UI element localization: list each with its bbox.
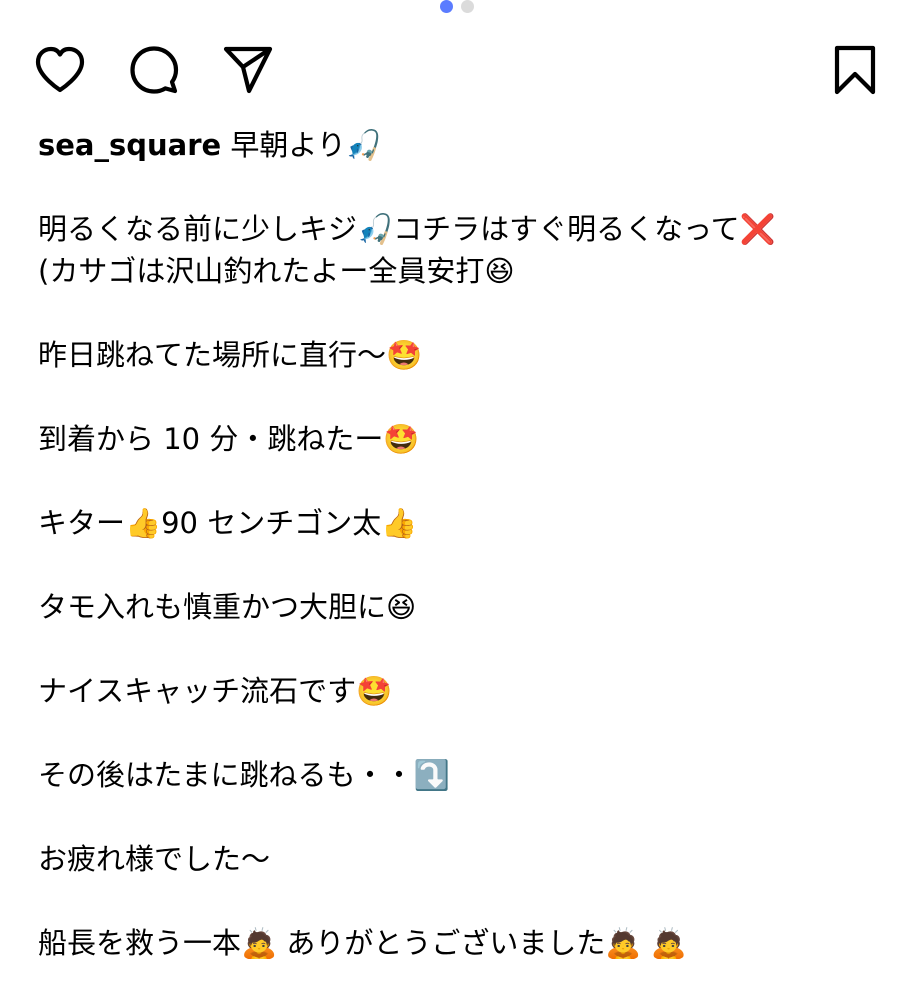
- post-action-bar: [33, 44, 882, 96]
- caption-paragraph: 船長を救う一本🙇 ありがとうございました🙇 🙇: [38, 922, 900, 964]
- caption-paragraph: お疲れ様でした〜: [38, 838, 900, 880]
- caption-paragraph: その後はたまに跳ねるも・・⤵️: [38, 754, 900, 796]
- caption-line: お疲れ様でした〜: [38, 842, 271, 876]
- carousel-pagination: [440, 0, 474, 13]
- bookmark-icon[interactable]: [828, 43, 882, 97]
- caption-paragraph: 到着から 10 分・跳ねたー🤩: [38, 418, 900, 460]
- post-actions-left: [33, 43, 275, 97]
- caption-paragraph: 昨日跳ねてた場所に直行〜🤩: [38, 334, 900, 376]
- caption-line: タモ入れも慎重かつ大胆に😆: [38, 590, 417, 624]
- paper-plane-icon[interactable]: [221, 43, 275, 97]
- caption-paragraph: ナイスキャッチ流石です🤩: [38, 670, 900, 712]
- caption-line: ナイスキャッチ流石です🤩: [38, 674, 393, 708]
- username-link[interactable]: sea_square: [38, 128, 221, 162]
- caption-line: 昨日跳ねてた場所に直行〜🤩: [38, 338, 423, 372]
- pagination-dot: [461, 0, 474, 13]
- caption-intro: 早朝より🎣: [221, 128, 382, 162]
- caption-line: 到着から 10 分・跳ねたー🤩: [38, 422, 420, 456]
- post-caption: sea_square 早朝より🎣 明るくなる前に少しキジ🎣コチラはすぐ明るくなっ…: [38, 124, 900, 964]
- caption-paragraph: タモ入れも慎重かつ大胆に😆: [38, 586, 900, 628]
- caption-paragraph: キター👍90 センチゴン太👍: [38, 502, 900, 544]
- comment-bubble-icon[interactable]: [127, 43, 181, 97]
- caption-line: その後はたまに跳ねるも・・⤵️: [38, 758, 450, 792]
- caption-first-line: sea_square 早朝より🎣: [38, 124, 900, 166]
- pagination-dot-active: [440, 0, 453, 13]
- caption-line: 船長を救う一本🙇 ありがとうございました🙇 🙇: [38, 926, 687, 960]
- caption-line: 明るくなる前に少しキジ🎣コチラはすぐ明るくなって❌: [38, 212, 776, 246]
- caption-line: (カサゴは沢山釣れたよー全員安打😆: [38, 254, 515, 288]
- caption-paragraph: 明るくなる前に少しキジ🎣コチラはすぐ明るくなって❌ (カサゴは沢山釣れたよー全員安…: [38, 208, 900, 292]
- heart-icon[interactable]: [33, 43, 87, 97]
- caption-line: キター👍90 センチゴン太👍: [38, 506, 418, 540]
